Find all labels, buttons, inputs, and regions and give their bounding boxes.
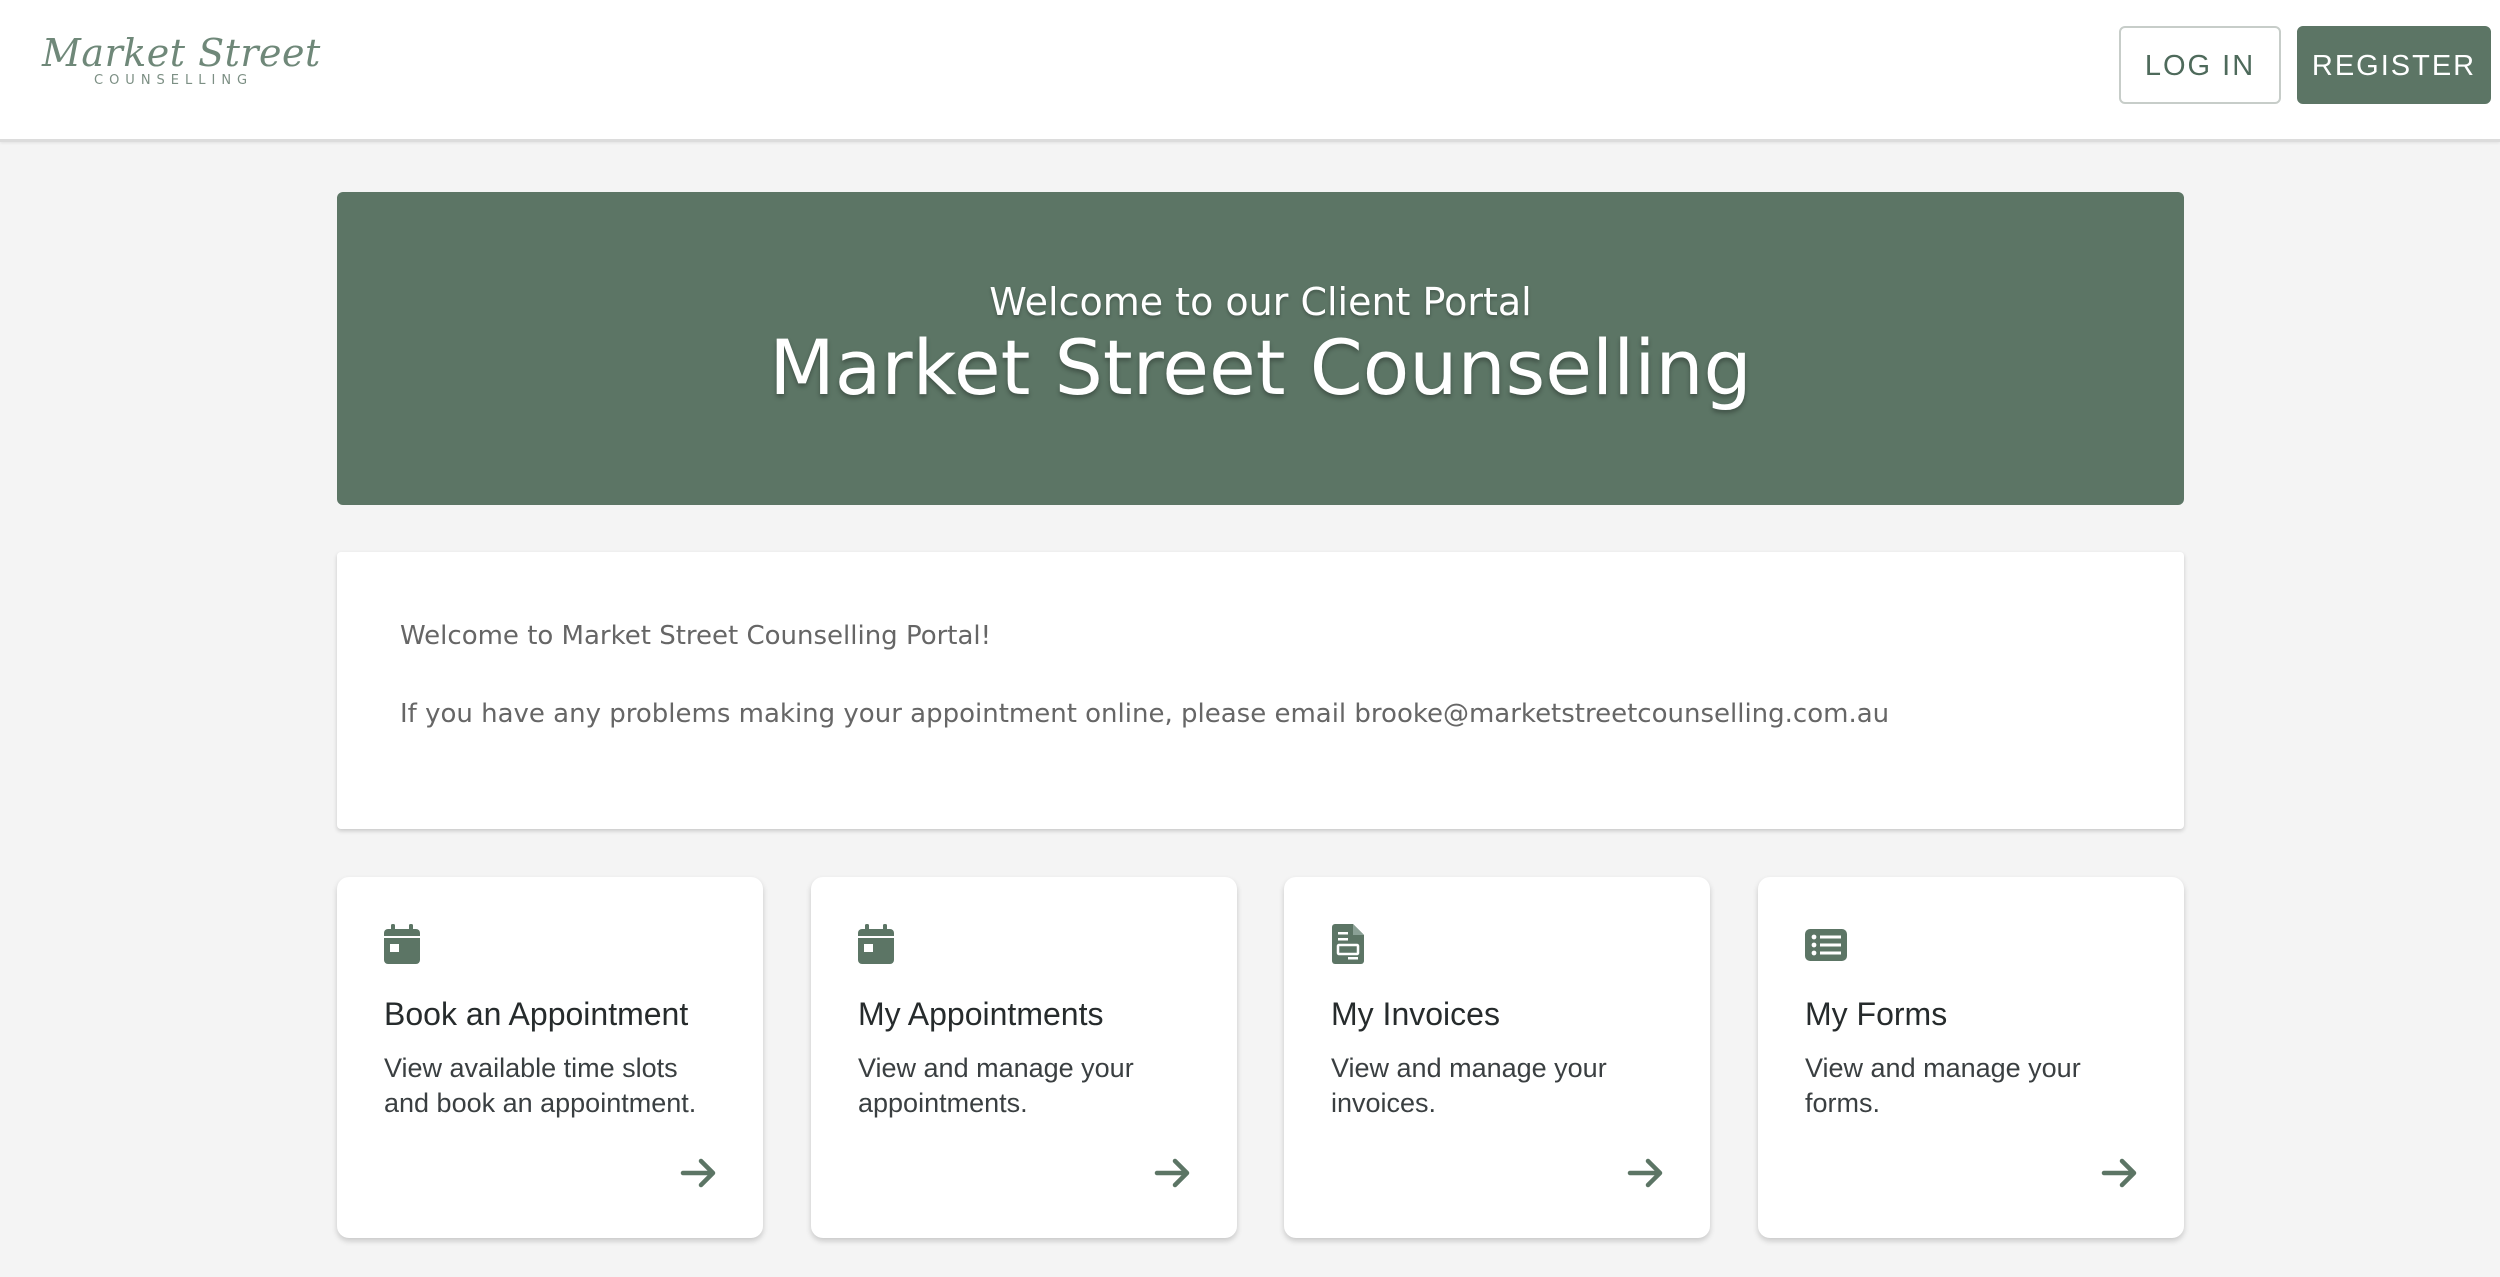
- card-description: View available time slots and book an ap…: [384, 1053, 697, 1118]
- welcome-panel: Welcome to Market Street Counselling Por…: [337, 552, 2184, 829]
- card-title: My Invoices: [1331, 996, 1500, 1032]
- card-my-invoices[interactable]: My Invoices View and manage your invoice…: [1284, 877, 1710, 1238]
- logo-script-text: Market Street: [42, 31, 321, 75]
- hero-banner: Welcome to our Client Portal Market Stre…: [337, 192, 2184, 505]
- top-nav-bar: Market Street COUNSELLING LOG IN REGISTE…: [0, 0, 2500, 142]
- register-button[interactable]: REGISTER: [2297, 26, 2491, 104]
- brand-logo[interactable]: Market Street COUNSELLING: [42, 31, 321, 92]
- welcome-message: Welcome to Market Street Counselling Por…: [400, 621, 992, 651]
- card-my-forms[interactable]: My Forms View and manage your forms.: [1758, 877, 2184, 1238]
- login-button[interactable]: LOG IN: [2119, 26, 2281, 104]
- hero-title: Market Street Counselling: [769, 323, 1752, 412]
- card-title: My Forms: [1805, 996, 1948, 1032]
- card-title: Book an Appointment: [384, 996, 689, 1032]
- calendar-icon: [384, 924, 420, 964]
- card-title: My Appointments: [858, 996, 1104, 1032]
- card-my-appointments[interactable]: My Appointments View and manage your app…: [811, 877, 1237, 1238]
- card-book-appointment[interactable]: Book an Appointment View available time …: [337, 877, 763, 1238]
- logo-sub-text: COUNSELLING: [94, 73, 254, 88]
- invoice-icon: [1332, 924, 1364, 964]
- card-description: View and manage your appointments.: [858, 1053, 1134, 1118]
- arrow-right-icon[interactable]: [1626, 1153, 1666, 1193]
- calendar-icon: [858, 924, 894, 964]
- card-description: View and manage your forms.: [1805, 1053, 2081, 1118]
- contact-message: If you have any problems making your app…: [400, 699, 1890, 729]
- list-icon: [1805, 929, 1847, 961]
- arrow-right-icon[interactable]: [1153, 1153, 1193, 1193]
- arrow-right-icon[interactable]: [679, 1153, 719, 1193]
- card-description: View and manage your invoices.: [1331, 1053, 1607, 1118]
- arrow-right-icon[interactable]: [2100, 1153, 2140, 1193]
